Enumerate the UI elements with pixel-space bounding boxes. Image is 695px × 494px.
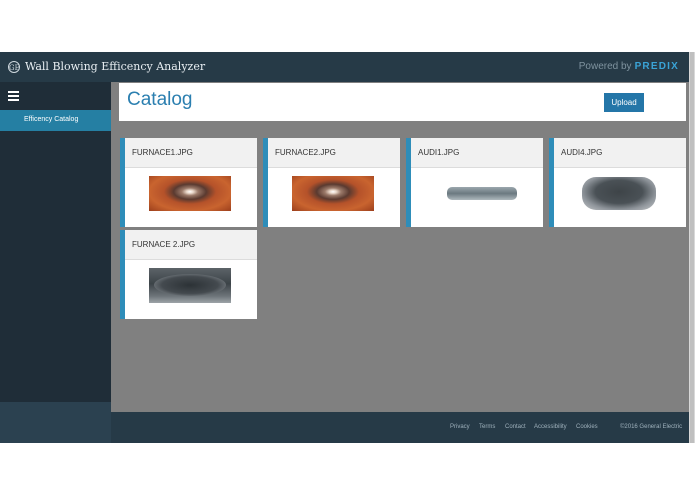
card-title: AUDI1.JPG [418, 148, 460, 157]
tank-thumbnail[interactable] [441, 176, 523, 211]
footer: Privacy Terms Contact Accessibility Cook… [111, 412, 695, 443]
footer-link-contact[interactable]: Contact [505, 424, 526, 430]
vertical-scrollbar[interactable] [689, 52, 695, 443]
catalog-card-furnace2[interactable]: FURNACE2.JPG [263, 138, 400, 227]
card-title: FURNACE 2.JPG [132, 240, 196, 249]
card-title-bar: AUDI4.JPG [554, 138, 686, 168]
duct-thumbnail[interactable] [578, 176, 660, 211]
app-window: GE Wall Blowing Efficency Analyzer Power… [0, 52, 695, 443]
card-title-bar: FURNACE2.JPG [268, 138, 400, 168]
catalog-card-audi4[interactable]: AUDI4.JPG [549, 138, 686, 227]
footer-link-cookies[interactable]: Cookies [576, 424, 598, 430]
powered-by: Powered by PREDIX [579, 61, 679, 72]
catalog-card-furnace-2[interactable]: FURNACE 2.JPG [120, 230, 257, 319]
card-title-bar: AUDI1.JPG [411, 138, 543, 168]
catalog-card-furnace1[interactable]: FURNACE1.JPG [120, 138, 257, 227]
sidebar: Efficency Catalog [0, 82, 111, 402]
card-title-bar: FURNACE 2.JPG [125, 230, 257, 260]
card-title: FURNACE2.JPG [275, 148, 336, 157]
furnace-thumbnail[interactable] [149, 176, 231, 211]
card-title: AUDI4.JPG [561, 148, 603, 157]
footer-link-privacy[interactable]: Privacy [450, 424, 470, 430]
app-title: Wall Blowing Efficency Analyzer [25, 60, 206, 73]
scrollbar-thumb[interactable] [690, 52, 694, 443]
copyright: ©2016 General Electric [620, 424, 683, 430]
furnace-thumbnail[interactable] [292, 176, 374, 211]
upload-button[interactable]: Upload [604, 93, 644, 112]
footer-link-terms[interactable]: Terms [479, 424, 495, 430]
footer-link-accessibility[interactable]: Accessibility [534, 424, 567, 430]
sidebar-footer [0, 402, 111, 443]
catalog-card-audi1[interactable]: AUDI1.JPG [406, 138, 543, 227]
top-bar: GE Wall Blowing Efficency Analyzer Power… [0, 52, 695, 82]
powered-by-label: Powered by [578, 61, 632, 72]
ge-logo-icon: GE [8, 61, 20, 73]
predix-brand: PREDIX [634, 61, 679, 72]
card-title-bar: FURNACE1.JPG [125, 138, 257, 168]
pipe-thumbnail[interactable] [149, 268, 231, 303]
page-header: Catalog Upload [119, 83, 686, 121]
card-title: FURNACE1.JPG [132, 148, 193, 157]
sidebar-item-label: Efficency Catalog [24, 116, 79, 123]
page-title: Catalog [127, 89, 193, 110]
sidebar-item-efficency-catalog[interactable]: Efficency Catalog [0, 110, 111, 131]
hamburger-menu-icon[interactable] [8, 91, 19, 103]
